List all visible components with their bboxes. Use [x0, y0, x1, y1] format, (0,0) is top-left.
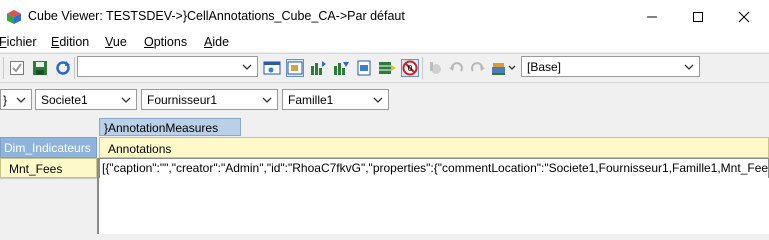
row-dimension-header[interactable]: Dim_Indicateurs	[0, 137, 97, 158]
toolbar-separator	[422, 57, 423, 79]
svg-text:0: 0	[408, 64, 413, 73]
close-button[interactable]	[721, 0, 767, 33]
title-dim-select-societe[interactable]: Societe1	[35, 89, 137, 110]
cube-app-icon	[6, 9, 22, 25]
row-member-label: Mnt_Fees	[9, 162, 63, 176]
menu-options[interactable]: Options	[144, 35, 187, 49]
sheet-icon[interactable]	[355, 59, 373, 77]
toolbar-grip	[3, 57, 4, 79]
row-member-header[interactable]: Mnt_Fees	[0, 158, 97, 178]
title-dim-value: Famille1	[288, 93, 334, 107]
view-select[interactable]	[77, 56, 258, 77]
column-member-header[interactable]: Annotations	[99, 137, 769, 158]
menu-options-label: ptions	[153, 35, 188, 49]
column-dimension-label: }AnnotationMeasures	[104, 121, 219, 135]
undo-icon[interactable]	[447, 59, 465, 77]
toolbar-separator	[74, 57, 75, 79]
grid-divider	[97, 158, 99, 234]
view-icon[interactable]	[263, 59, 281, 77]
sandbox-select[interactable]: [Base]	[521, 56, 700, 77]
menu-vue[interactable]: Vue	[105, 35, 127, 49]
drill-icon[interactable]	[426, 59, 444, 77]
menu-edition[interactable]: Edition	[51, 35, 89, 49]
cube-view-icon[interactable]	[286, 59, 304, 77]
menu-fichier-label: ichier	[6, 35, 37, 49]
chevron-down-icon	[121, 97, 131, 103]
title-dim-select-fournisseur[interactable]: Fournisseur1	[141, 89, 278, 110]
title-dim-value: }	[3, 93, 8, 107]
import-icon[interactable]	[332, 59, 350, 77]
save-icon[interactable]	[31, 59, 49, 77]
checkbox-icon[interactable]	[8, 59, 26, 77]
slice-icon[interactable]	[378, 59, 396, 77]
minimize-button[interactable]	[629, 0, 675, 33]
title-dim-select-famille[interactable]: Famille1	[282, 89, 389, 110]
column-member-label: Annotations	[108, 142, 172, 156]
title-dim-value: Fournisseur1	[147, 93, 218, 107]
chevron-down-icon	[242, 64, 252, 70]
grid-data-area	[99, 178, 769, 234]
row-dimension-label: Dim_Indicateurs	[4, 141, 91, 155]
paint-icon[interactable]	[491, 59, 517, 77]
menu-aide[interactable]: Aide	[204, 35, 229, 49]
menu-vue-label: ue	[112, 35, 127, 49]
zero-suppress-icon[interactable]: 0	[401, 59, 419, 77]
menu-edition-label: dition	[59, 35, 90, 49]
maximize-button[interactable]	[675, 0, 721, 33]
grid-divider	[0, 178, 97, 179]
chevron-down-icon	[373, 97, 383, 103]
title-dim-value: Societe1	[41, 93, 88, 107]
export-icon[interactable]	[309, 59, 327, 77]
chevron-down-icon	[262, 97, 272, 103]
menu-fichier[interactable]: Fichier	[0, 35, 37, 49]
recalculate-icon[interactable]	[54, 59, 72, 77]
sandbox-select-value: [Base]	[527, 60, 562, 74]
window-title: Cube Viewer: TESTSDEV->}CellAnnotations_…	[28, 9, 405, 23]
column-dimension-header[interactable]: }AnnotationMeasures	[99, 118, 241, 136]
data-cell-value: [{"caption":"","creator":"Admin","id":"R…	[102, 161, 769, 175]
chevron-down-icon	[16, 97, 26, 103]
redo-icon[interactable]	[469, 59, 487, 77]
chevron-down-icon	[684, 64, 694, 70]
title-dim-select-annotation-cube[interactable]: }	[0, 89, 32, 110]
menu-aide-label: ide	[212, 35, 230, 49]
data-cell[interactable]: [{"caption":"","creator":"Admin","id":"R…	[99, 158, 769, 178]
